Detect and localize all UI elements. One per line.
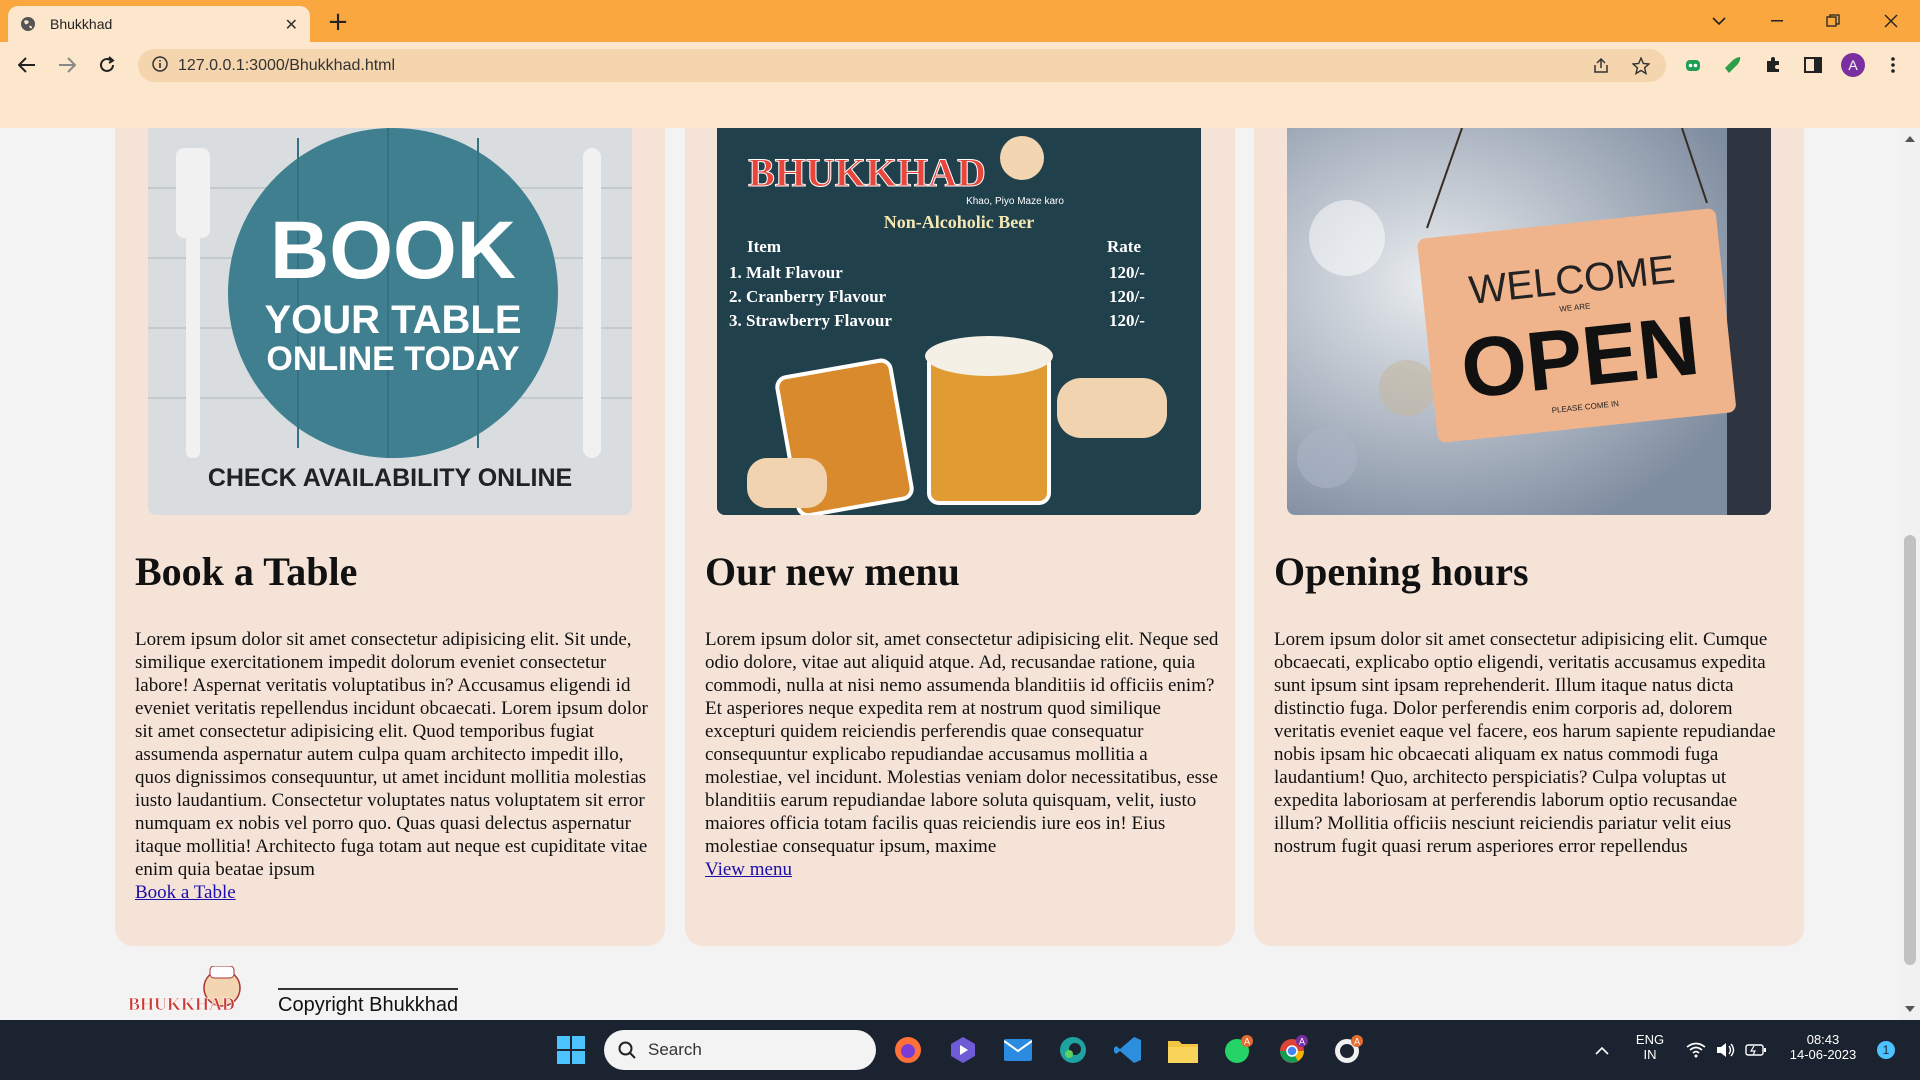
share-icon[interactable]: [1586, 49, 1616, 82]
bookmark-star-icon[interactable]: [1626, 49, 1656, 82]
card-title: Book a Table: [135, 549, 358, 594]
menu-item-3: 3. Strawberry Flavour: [729, 311, 892, 330]
edge-icon[interactable]: [1053, 1030, 1093, 1070]
close-window-button[interactable]: [1868, 0, 1914, 42]
minimize-button[interactable]: [1754, 0, 1800, 42]
file-explorer-icon[interactable]: [1163, 1030, 1203, 1070]
menu-price-2: 120/-: [1109, 287, 1145, 306]
menu-price-3: 120/-: [1109, 311, 1145, 330]
menu-item-1: 1. Malt Flavour: [729, 263, 843, 282]
extension-robot-icon[interactable]: [1678, 50, 1708, 80]
menu-price-1: 120/-: [1109, 263, 1145, 282]
extension-rocket-icon[interactable]: [1718, 50, 1748, 80]
battery-icon[interactable]: [1736, 1030, 1776, 1070]
info-icon[interactable]: [152, 55, 168, 76]
card-body: Lorem ipsum dolor sit amet consectetur a…: [1274, 629, 1776, 857]
site-header: [0, 88, 1920, 128]
menu-tagline: Khao, Piyo Maze karo: [966, 196, 1064, 207]
clock[interactable]: 08:43 14-06-2023: [1778, 1032, 1868, 1062]
open-sign-image: WELCOME WE ARE OPEN PLEASE COME IN: [1287, 128, 1771, 515]
search-icon: [618, 1041, 636, 1059]
whatsapp-badge: A: [1244, 1037, 1250, 1047]
address-bar[interactable]: 127.0.0.1:3000/Bhukkhad.html: [138, 49, 1666, 82]
tab-close-icon[interactable]: ✕: [285, 15, 298, 34]
browser-tab-strip: Bhukkhad ✕ +: [0, 0, 1920, 42]
menu-col-item: Item: [747, 237, 781, 256]
book-table-link[interactable]: Book a Table: [135, 882, 236, 903]
menu-image: BHUKKHAD Khao, Piyo Maze karo Non-Alcoho…: [717, 128, 1201, 515]
windows-start-icon[interactable]: [551, 1030, 591, 1070]
card-body-text: Lorem ipsum dolor sit amet consectetur a…: [135, 629, 648, 880]
whatsapp-icon[interactable]: A: [1218, 1030, 1258, 1070]
tab-title: Bhukkhad: [50, 16, 113, 32]
firefox-icon[interactable]: [888, 1030, 928, 1070]
scroll-up-icon[interactable]: [1905, 136, 1915, 142]
image-text-online-today: ONLINE TODAY: [266, 340, 519, 378]
taskbar-search-placeholder: Search: [648, 1040, 702, 1059]
extensions-puzzle-icon[interactable]: [1758, 50, 1788, 80]
card-title: Opening hours: [1274, 549, 1529, 594]
scrollbar-thumb[interactable]: [1904, 535, 1916, 965]
view-menu-link[interactable]: View menu: [705, 859, 792, 880]
browser-toolbar: 127.0.0.1:3000/Bhukkhad.html A: [0, 42, 1920, 88]
language-indicator[interactable]: ENG IN: [1630, 1032, 1670, 1062]
profile-avatar[interactable]: A: [1838, 50, 1868, 80]
windows-taskbar: Search A A A ENG IN 08:43 14-06-2023 1: [0, 1020, 1920, 1080]
page-scrollbar[interactable]: [1900, 128, 1920, 1020]
taskbar-search[interactable]: Search: [604, 1030, 876, 1070]
clock-time: 08:43: [1806, 1032, 1840, 1047]
footer-logo: BHUKKHAD: [124, 965, 254, 1020]
card-opening-hours: WELCOME WE ARE OPEN PLEASE COME IN Openi…: [1254, 128, 1804, 946]
page-viewport: BOOK YOUR TABLE ONLINE TODAY CHECK AVAIL…: [0, 128, 1900, 1020]
notification-count: 1: [1883, 1043, 1890, 1057]
clock-date: 14-06-2023: [1789, 1047, 1857, 1062]
chrome-icon[interactable]: A: [1273, 1030, 1313, 1070]
tray-chevron-up-icon[interactable]: [1582, 1030, 1622, 1070]
card-new-menu: BHUKKHAD Khao, Piyo Maze karo Non-Alcoho…: [685, 128, 1235, 946]
image-text-check-availability: CHECK AVAILABILITY ONLINE: [208, 464, 572, 492]
footer-copyright: Copyright Bhukkhad: [278, 988, 459, 1017]
card-body-text: Lorem ipsum dolor sit, amet consectetur …: [705, 629, 1219, 857]
restore-button[interactable]: [1810, 0, 1856, 42]
mail-icon[interactable]: [998, 1030, 1038, 1070]
github-badge: A: [1354, 1037, 1360, 1047]
forward-arrow-icon[interactable]: [52, 50, 82, 80]
back-arrow-icon[interactable]: [12, 50, 42, 80]
scroll-down-icon[interactable]: [1905, 1006, 1915, 1012]
menu-item-2: 2. Cranberry Flavour: [729, 287, 887, 306]
url-text[interactable]: 127.0.0.1:3000/Bhukkhad.html: [178, 57, 395, 75]
notification-icon[interactable]: 1: [1866, 1030, 1906, 1070]
card-title: Our new menu: [705, 549, 960, 594]
vscode-icon[interactable]: [1108, 1030, 1148, 1070]
globe-icon: [20, 15, 38, 33]
card-book-table: BOOK YOUR TABLE ONLINE TODAY CHECK AVAIL…: [115, 128, 665, 946]
card-body: Lorem ipsum dolor sit amet consectetur a…: [135, 628, 650, 904]
side-panel-icon[interactable]: [1798, 50, 1828, 80]
chrome-badge: A: [1299, 1037, 1305, 1047]
github-icon[interactable]: A: [1328, 1030, 1368, 1070]
image-text-your-table: YOUR TABLE: [264, 298, 521, 342]
footer-logo-text: BHUKKHAD: [128, 994, 235, 1014]
menu-col-rate: Rate: [1107, 237, 1141, 256]
card-body: Lorem ipsum dolor sit, amet consectetur …: [705, 628, 1220, 881]
menu-logo-text: BHUKKHAD: [748, 150, 986, 195]
reload-icon[interactable]: [92, 50, 122, 80]
new-tab-button[interactable]: +: [322, 6, 354, 38]
browser-tab[interactable]: Bhukkhad ✕: [8, 6, 310, 42]
kebab-menu-icon[interactable]: [1878, 50, 1908, 80]
stream-app-icon[interactable]: [943, 1030, 983, 1070]
region-code: IN: [1643, 1047, 1657, 1062]
menu-heading: Non-Alcoholic Beer: [884, 212, 1034, 232]
avatar-letter: A: [1841, 53, 1865, 77]
tab-search-chevron-icon[interactable]: [1696, 0, 1742, 42]
book-table-image: BOOK YOUR TABLE ONLINE TODAY CHECK AVAIL…: [148, 128, 632, 515]
language-code: ENG: [1635, 1032, 1665, 1047]
image-text-book: BOOK: [270, 205, 516, 296]
